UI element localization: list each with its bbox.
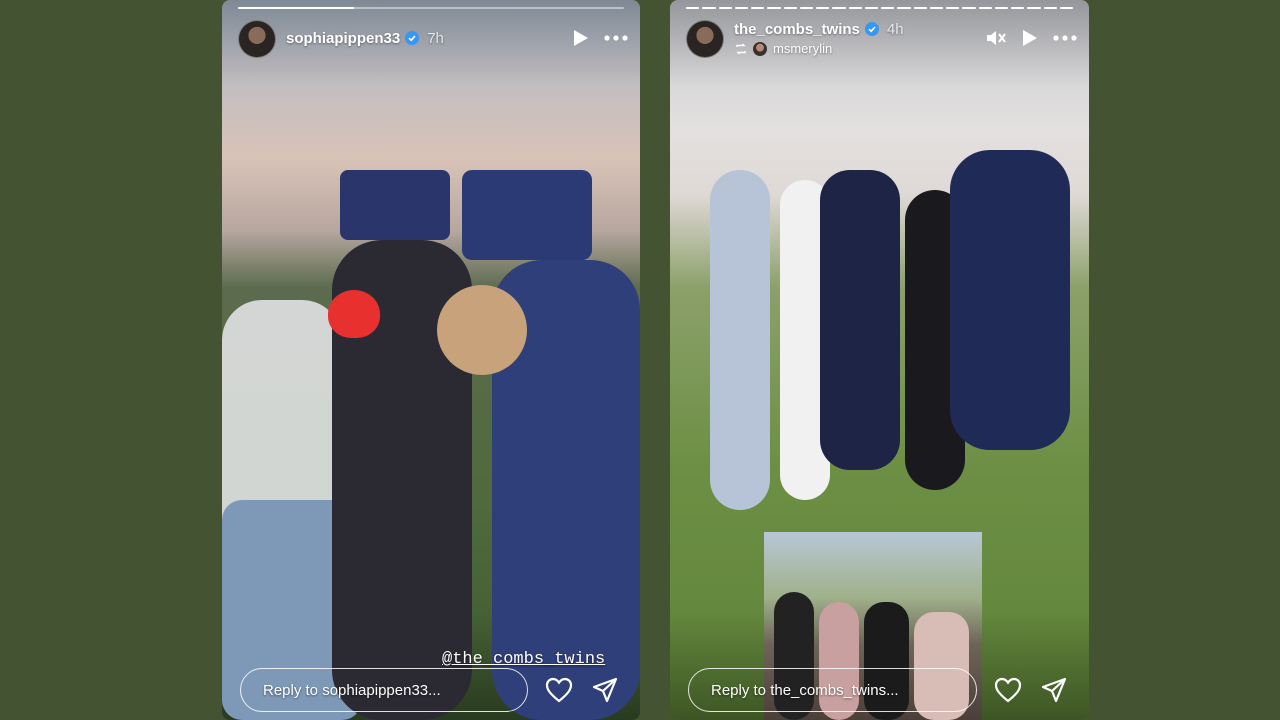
more-icon[interactable] [604, 35, 628, 41]
progress-fill [994, 7, 1008, 9]
graduation-cap-shape [462, 170, 592, 260]
progress-fill [962, 7, 976, 9]
reply-input[interactable]: Reply to the_combs_twins... [688, 668, 977, 712]
send-icon[interactable] [590, 675, 620, 705]
progress-segment [832, 7, 846, 9]
progress-fill [1027, 7, 1041, 9]
progress-segment [686, 7, 700, 9]
progress-fill [767, 7, 781, 9]
progress-fill [816, 7, 830, 9]
person-shape [710, 170, 770, 510]
progress-segment [1043, 7, 1057, 9]
progress-fill [734, 7, 748, 9]
teddy-bear-shape [437, 285, 527, 375]
progress-segment [881, 7, 895, 9]
progress-fill [751, 7, 765, 9]
progress-segment [929, 7, 943, 9]
progress-fill [913, 7, 927, 9]
heart-icon[interactable] [993, 675, 1023, 705]
story-controls [985, 20, 1077, 56]
heart-icon[interactable] [544, 675, 574, 705]
progress-fill [718, 7, 732, 9]
progress-fill [848, 7, 862, 9]
progress-segment [816, 7, 830, 9]
story-sophiapippen33[interactable]: sophiapippen33 7h @the_combs_twins Reply… [222, 0, 640, 720]
progress-segment [913, 7, 927, 9]
story-footer: Reply to the_combs_twins... [688, 666, 1069, 714]
progress-segment [718, 7, 732, 9]
progress-fill [864, 7, 878, 9]
progress-fill [929, 7, 943, 9]
progress-fill [1043, 7, 1057, 9]
story-author: sophiapippen33 7h [286, 20, 444, 56]
progress-fill [238, 7, 354, 9]
progress-segment [994, 7, 1008, 9]
play-icon[interactable] [1021, 28, 1039, 48]
avatar[interactable] [238, 20, 276, 58]
progress-segment [767, 7, 781, 9]
progress-segment [799, 7, 813, 9]
progress-segment [1059, 7, 1073, 9]
post-time: 7h [427, 29, 444, 47]
post-time: 4h [886, 20, 904, 38]
progress-segment [734, 7, 748, 9]
repost-icon [736, 43, 746, 54]
progress-fill [783, 7, 797, 9]
author-line: sophiapippen33 7h [286, 20, 444, 56]
progress-segment [1011, 7, 1025, 9]
progress-fill [881, 7, 895, 9]
username[interactable]: the_combs_twins [734, 21, 860, 38]
heart-sticker [328, 290, 380, 338]
progress-segment [702, 7, 716, 9]
progress-fill [799, 7, 813, 9]
story-header: the_combs_twins 4h msmerylin [686, 20, 1077, 60]
progress-segment [751, 7, 765, 9]
send-icon[interactable] [1039, 675, 1069, 705]
progress-fill [1011, 7, 1025, 9]
story-progress [238, 7, 624, 9]
progress-segment [946, 7, 960, 9]
repost-line: msmerylin [734, 41, 904, 56]
graduation-gown-shape [820, 170, 900, 470]
progress-fill [897, 7, 911, 9]
username[interactable]: sophiapippen33 [286, 30, 400, 47]
story-progress [686, 7, 1073, 9]
verified-badge-icon [405, 31, 420, 45]
progress-segment [1027, 7, 1041, 9]
verified-badge-icon [864, 22, 879, 36]
progress-segment [238, 7, 624, 9]
progress-fill [946, 7, 960, 9]
progress-fill [832, 7, 846, 9]
story-header: sophiapippen33 7h [238, 20, 628, 60]
graduation-cap-shape [340, 170, 450, 240]
progress-segment [962, 7, 976, 9]
progress-fill [702, 7, 716, 9]
graduation-gown-shape [950, 150, 1070, 450]
play-icon[interactable] [572, 28, 590, 48]
repost-username[interactable]: msmerylin [773, 41, 832, 56]
progress-segment [848, 7, 862, 9]
progress-segment [897, 7, 911, 9]
progress-fill [978, 7, 992, 9]
story-controls [572, 20, 628, 56]
more-icon[interactable] [1053, 35, 1077, 41]
progress-segment [978, 7, 992, 9]
story-author: the_combs_twins 4h msmerylin [734, 20, 904, 57]
avatar[interactable] [753, 41, 767, 56]
progress-segment [864, 7, 878, 9]
story-footer: Reply to sophiapippen33... [240, 666, 620, 714]
reply-input[interactable]: Reply to sophiapippen33... [240, 668, 528, 712]
progress-fill [686, 7, 700, 9]
mute-icon[interactable] [985, 28, 1007, 48]
avatar[interactable] [686, 20, 724, 58]
progress-fill [1059, 7, 1073, 9]
progress-segment [783, 7, 797, 9]
story-photo [222, 0, 640, 720]
story-the-combs-twins[interactable]: the_combs_twins 4h msmerylin Reply to th… [670, 0, 1089, 720]
author-line: the_combs_twins 4h [734, 20, 904, 38]
